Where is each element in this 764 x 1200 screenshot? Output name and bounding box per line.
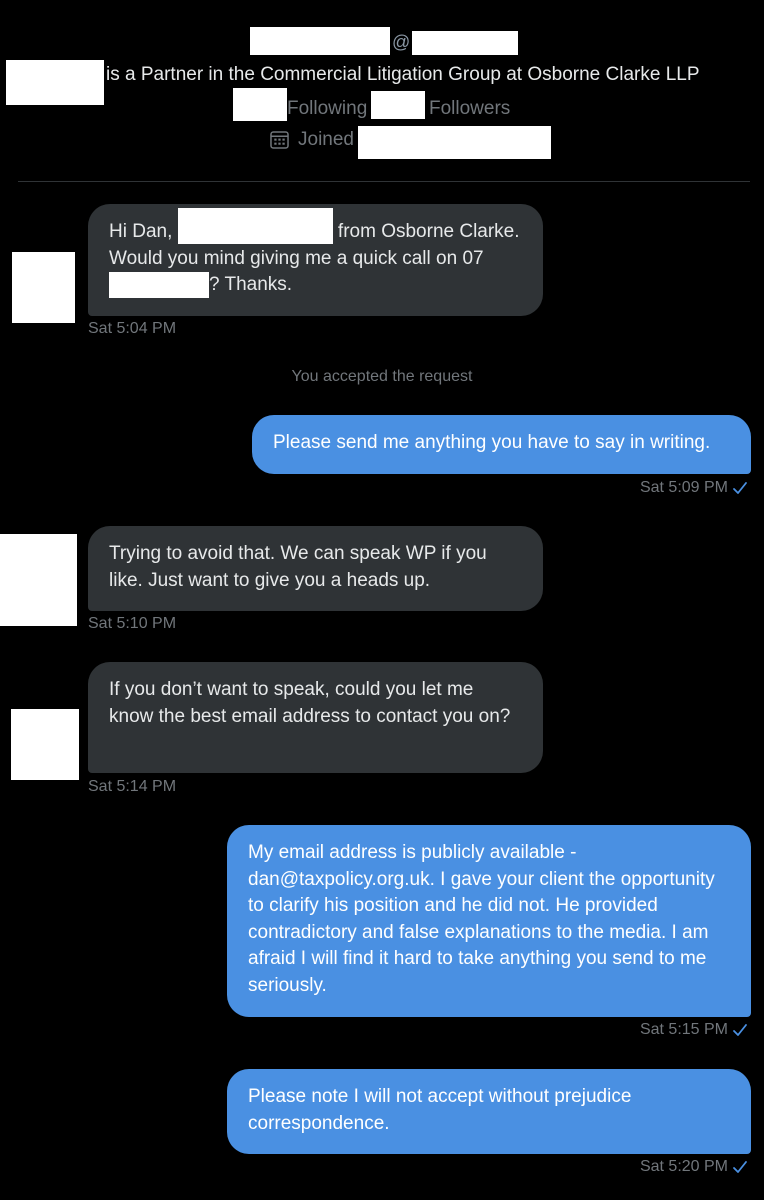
redacted-followers-count	[371, 91, 425, 119]
redacted-sender-name	[177, 207, 333, 244]
message-text: ? Thanks.	[209, 274, 293, 296]
calendar-icon	[270, 131, 289, 149]
incoming-message-bubble: If you don’t want to speak, could you le…	[88, 662, 543, 773]
redacted-following-count	[233, 88, 287, 121]
message-text: Please send me anything you have to say …	[273, 432, 711, 453]
system-message: You accepted the request	[291, 368, 473, 385]
sender-avatar[interactable]	[12, 252, 75, 323]
message-text: My email address is publicly available -…	[248, 842, 715, 996]
outgoing-message-bubble: Please note I will not accept without pr…	[227, 1069, 751, 1154]
redacted-bio-name	[6, 60, 104, 105]
followers-link[interactable]: Followers	[429, 98, 510, 120]
message-timestamp: Sat 5:20 PM	[639, 1158, 728, 1175]
message-text: If you don’t want to speak, could you le…	[109, 679, 511, 727]
incoming-message-bubble: Trying to avoid that. We can speak WP if…	[88, 526, 543, 611]
outgoing-message-bubble: Please send me anything you have to say …	[252, 415, 751, 474]
sender-avatar[interactable]	[11, 709, 79, 780]
message-timestamp: Sat 5:04 PM	[88, 320, 177, 337]
message-status: Sat 5:09 PM	[640, 479, 748, 497]
redacted-display-name	[250, 27, 390, 55]
handle-at-sign: @	[392, 32, 411, 52]
profile-bio: is a Partner in the Commercial Litigatio…	[106, 64, 700, 85]
checkmark-icon	[733, 1024, 747, 1036]
message-status: Sat 5:20 PM	[640, 1158, 748, 1176]
redacted-phone-number	[109, 272, 209, 298]
joined-label: Joined	[298, 129, 354, 150]
incoming-message-bubble: Hi Dan, from Osborne Clarke. Would you m…	[88, 204, 543, 316]
header-divider	[18, 181, 750, 182]
checkmark-icon	[733, 482, 747, 494]
redacted-join-date	[358, 126, 551, 159]
redacted-handle	[412, 31, 518, 55]
message-timestamp: Sat 5:10 PM	[88, 615, 177, 632]
message-text: Trying to avoid that. We can speak WP if…	[109, 543, 487, 591]
message-status: Sat 5:15 PM	[640, 1021, 748, 1039]
following-link[interactable]: Following	[287, 98, 367, 120]
message-timestamp: Sat 5:15 PM	[639, 1021, 728, 1038]
sender-avatar[interactable]	[0, 534, 77, 626]
checkmark-icon	[733, 1161, 747, 1173]
message-text: Hi Dan,	[109, 221, 178, 242]
outgoing-message-bubble: My email address is publicly available -…	[227, 825, 751, 1017]
message-timestamp: Sat 5:09 PM	[639, 479, 728, 496]
message-timestamp: Sat 5:14 PM	[88, 778, 177, 795]
message-text: Please note I will not accept without pr…	[248, 1086, 632, 1134]
